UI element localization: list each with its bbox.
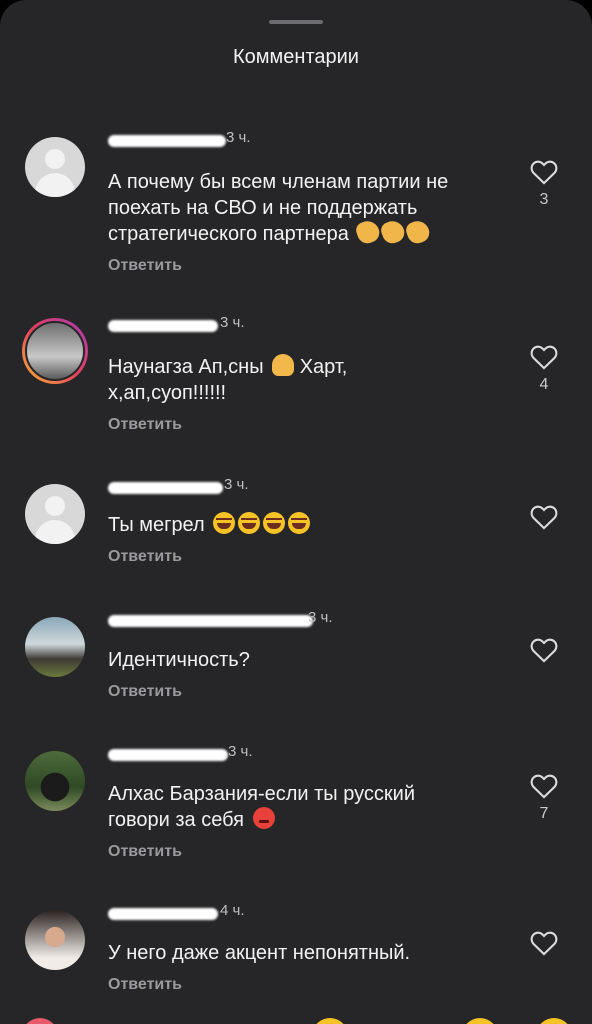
like-button[interactable] xyxy=(530,637,562,663)
default-avatar-body xyxy=(35,173,75,197)
laughing-emoji-icon xyxy=(288,512,311,534)
redacted-username xyxy=(108,908,218,920)
avatar[interactable] xyxy=(25,137,85,197)
comment-time: 3 ч. xyxy=(226,129,251,146)
like-count: 7 xyxy=(539,805,549,822)
avatar-with-story-ring[interactable] xyxy=(22,318,88,384)
angry-emoji-icon xyxy=(252,807,275,829)
comment-text: Алхас Барзания-если ты русский говори за… xyxy=(108,781,478,833)
avatar[interactable] xyxy=(25,910,85,970)
comment-meta: 3 ч. xyxy=(108,609,348,631)
redacted-username xyxy=(108,320,218,332)
laughing-emoji-icon xyxy=(213,512,236,534)
comment-meta: 4 ч. xyxy=(108,902,268,924)
avatar[interactable] xyxy=(25,751,85,811)
comments-sheet: Комментарии 3 ч. А почему бы всем членам… xyxy=(0,0,592,1024)
reply-button[interactable]: Ответить xyxy=(108,683,182,701)
like-button[interactable] xyxy=(530,504,562,530)
profile-photo xyxy=(25,321,85,381)
comment-time: 3 ч. xyxy=(228,743,253,760)
comment-text: Идентичность? xyxy=(108,649,250,671)
comment-text: У него даже акцент непонятный. xyxy=(108,942,411,964)
reply-button[interactable]: Ответить xyxy=(108,976,182,994)
emoji-icon[interactable] xyxy=(462,1018,498,1024)
emoji-reaction-bar xyxy=(0,1012,592,1024)
heart-outline-icon xyxy=(530,931,558,956)
comment-text: Наунагза Ап,сны Харт, х,ап,суоп!!!!!! xyxy=(108,354,408,406)
heart-outline-icon xyxy=(530,505,558,530)
sheet-title: Комментарии xyxy=(233,46,359,68)
clap-emoji-icon xyxy=(379,217,408,247)
drag-handle[interactable] xyxy=(269,20,323,24)
redacted-username xyxy=(108,135,226,147)
emoji-icon[interactable] xyxy=(536,1018,572,1024)
like-button[interactable] xyxy=(530,930,562,956)
comment-meta: 3 ч. xyxy=(108,129,268,151)
like-button[interactable]: 7 xyxy=(530,773,562,823)
emoji-icon[interactable] xyxy=(312,1018,348,1024)
avatar[interactable] xyxy=(25,484,85,544)
comment-time: 4 ч. xyxy=(220,902,245,919)
comment-time: 3 ч. xyxy=(224,476,249,493)
comment-time: 3 ч. xyxy=(308,609,333,626)
like-button[interactable]: 3 xyxy=(530,159,562,209)
heart-outline-icon xyxy=(530,774,558,799)
clap-emoji-icon xyxy=(354,217,383,247)
raised-hands-emoji-icon xyxy=(272,354,295,376)
comment-time: 3 ч. xyxy=(220,314,245,331)
default-avatar-head xyxy=(45,496,65,516)
like-button[interactable]: 4 xyxy=(530,344,562,394)
reply-button[interactable]: Ответить xyxy=(108,548,182,566)
reply-button[interactable]: Ответить xyxy=(108,843,182,861)
like-count: 3 xyxy=(539,191,549,208)
heart-outline-icon xyxy=(530,160,558,185)
avatar[interactable] xyxy=(25,617,85,677)
comment-text: А почему бы всем членам партии не поехат… xyxy=(108,169,513,247)
heart-outline-icon xyxy=(530,638,558,663)
heart-outline-icon xyxy=(530,345,558,370)
redacted-username xyxy=(108,482,223,494)
clap-emoji-icon xyxy=(404,217,433,247)
comment-meta: 3 ч. xyxy=(108,476,278,498)
laughing-emoji-icon xyxy=(238,512,261,534)
comment-text-content: Наунагза Ап,сны xyxy=(108,356,264,378)
redacted-username xyxy=(108,615,313,627)
redacted-username xyxy=(108,749,228,761)
comment-text-content: Ты мегрел xyxy=(108,514,205,536)
like-count: 4 xyxy=(539,376,549,393)
reply-button[interactable]: Ответить xyxy=(108,416,182,434)
heart-emoji-icon[interactable] xyxy=(22,1018,58,1024)
default-avatar-head xyxy=(45,149,65,169)
reply-button[interactable]: Ответить xyxy=(108,257,182,275)
comment-meta: 3 ч. xyxy=(108,743,268,765)
comment-text: Ты мегрел xyxy=(108,512,508,538)
comment-meta: 3 ч. xyxy=(108,314,268,336)
laughing-emoji-icon xyxy=(263,512,286,534)
default-avatar-body xyxy=(35,520,75,544)
